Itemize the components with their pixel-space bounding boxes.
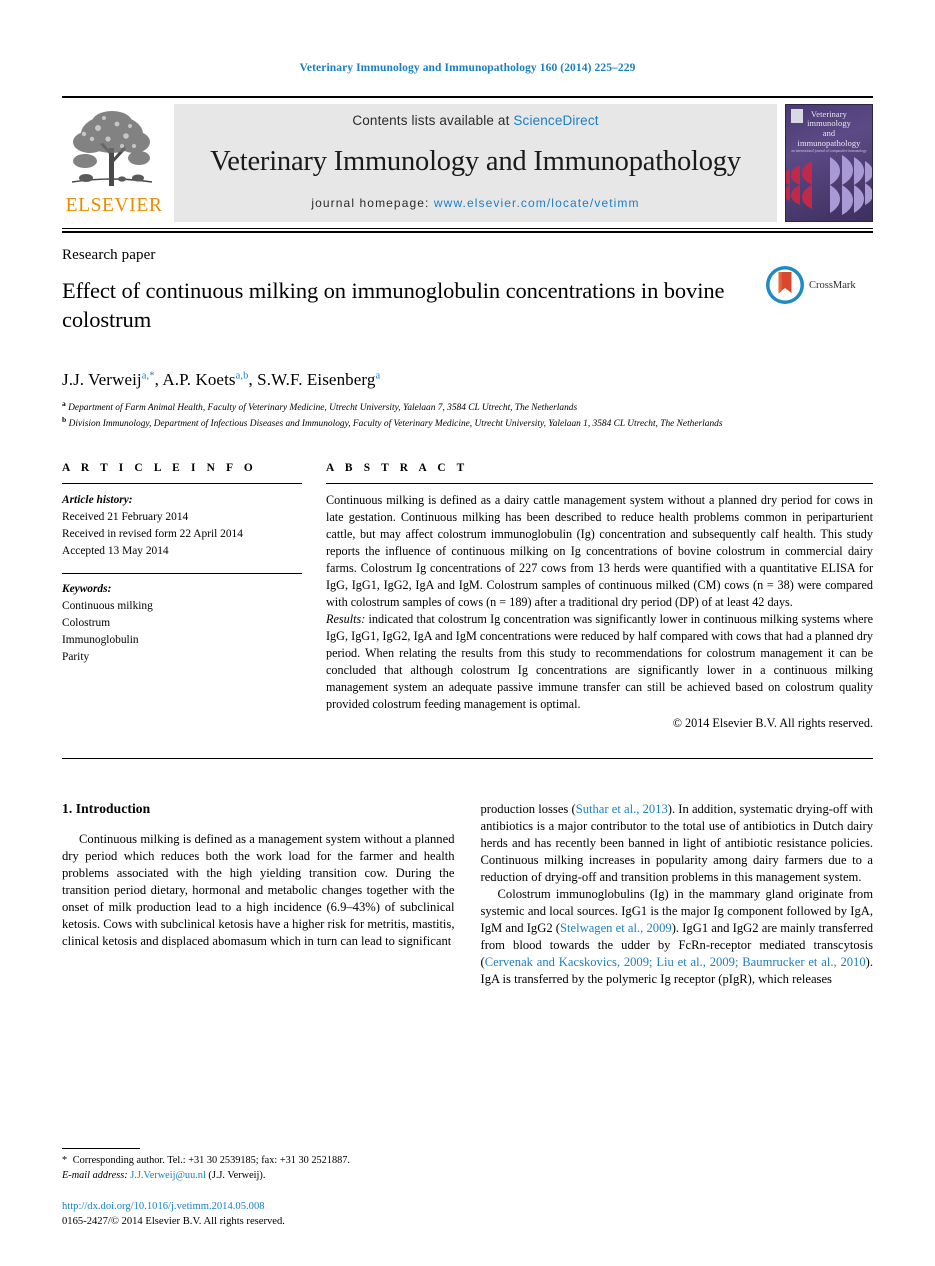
email-address-label: E-mail address: — [62, 1169, 128, 1181]
crossmark-badge[interactable]: CrossMark — [765, 265, 873, 305]
article-history-label: Article history: — [62, 493, 133, 506]
doi-link[interactable]: http://dx.doi.org/10.1016/j.vetimm.2014.… — [62, 1200, 452, 1215]
keyword-item: Parity — [62, 651, 90, 664]
doi-block: http://dx.doi.org/10.1016/j.vetimm.2014.… — [62, 1200, 452, 1230]
abstract-paragraph-2: Results: indicated that colostrum Ig con… — [326, 611, 873, 713]
intro-paragraph-right-1: production losses (Suthar et al., 2013).… — [481, 801, 874, 886]
masthead-rule-thick — [62, 231, 873, 233]
footnote-email: E-mail address: J.J.Verweij@uu.nl (J.J. … — [62, 1169, 452, 1184]
abstract-heading: A B S T R A C T — [326, 461, 469, 474]
article-history-received: Received 21 February 2014 — [62, 510, 189, 523]
cover-title-line3: and — [822, 129, 836, 139]
footnote-corresponding-author: * Corresponding author. Tel.: +31 30 253… — [62, 1154, 452, 1169]
paper-type-label: Research paper — [62, 247, 156, 263]
contents-lists-line: Contents lists available at ScienceDirec… — [184, 113, 767, 128]
abstract-copyright: © 2014 Elsevier B.V. All rights reserved… — [672, 715, 873, 730]
abstract-body: Continuous milking is defined as a dairy… — [326, 492, 873, 732]
section-heading-introduction: 1. Introduction — [62, 800, 151, 816]
abstract-results-label: Results: — [326, 611, 366, 626]
footnote-rule — [62, 1148, 140, 1150]
crossmark-icon — [766, 266, 804, 304]
body-column-right: production losses (Suthar et al., 2013).… — [481, 801, 874, 989]
abstract-results-text: indicated that colostrum Ig concentratio… — [326, 611, 873, 711]
cover-title-line1: Veterinary — [811, 109, 847, 119]
cover-artwork — [786, 154, 872, 215]
footnote-star: * — [62, 1155, 71, 1167]
affiliations: a Department of Farm Animal Health, Facu… — [62, 399, 873, 432]
journal-homepage-link[interactable]: www.elsevier.com/locate/vetimm — [434, 196, 640, 210]
article-history-accepted: Accepted 13 May 2014 — [62, 544, 169, 557]
journal-title: Veterinary Immunology and Immunopatholog… — [210, 145, 741, 177]
footnote-zone: * Corresponding author. Tel.: +31 30 253… — [62, 1148, 452, 1230]
body-columns: 1. Introduction Continuous milking is de… — [62, 801, 873, 989]
keyword-item: Colostrum — [62, 617, 111, 630]
journal-homepage-line: journal homepage: www.elsevier.com/locat… — [184, 196, 767, 210]
affiliation-a-text: Department of Farm Animal Health, Facult… — [68, 402, 578, 413]
email-owner: (J.J. Verweij). — [208, 1169, 266, 1181]
intro-paragraph-left: Continuous milking is defined as a manag… — [62, 831, 455, 949]
email-link[interactable]: J.J.Verweij@uu.nl — [130, 1170, 206, 1181]
masthead-center-panel: Contents lists available at ScienceDirec… — [174, 103, 777, 222]
citation-link[interactable]: Suthar et al., 2013 — [576, 802, 668, 816]
abstract-bottom-rule — [62, 757, 873, 759]
affiliation-b-text: Division Immunology, Department of Infec… — [68, 419, 723, 430]
cover-title-line2: immunology — [807, 119, 851, 129]
abstract-paragraph-1: Continuous milking is defined as a dairy… — [326, 492, 873, 609]
citation-link[interactable]: Cervenak and Kacskovics, 2009; Liu et al… — [485, 955, 866, 969]
keyword-item: Continuous milking — [62, 600, 153, 613]
intro-paragraph-right-2: Colostrum immunoglobulins (Ig) in the ma… — [481, 886, 874, 988]
keyword-item: Immunoglobulin — [62, 634, 139, 647]
article-info-heading: A R T I C L E I N F O — [62, 461, 257, 474]
keywords-label: Keywords: — [62, 583, 112, 596]
elsevier-logo: ELSEVIER — [62, 104, 166, 216]
article-first-page: Veterinary Immunology and Immunopatholog… — [0, 0, 935, 1266]
issn-copyright-line: 0165-2427/© 2014 Elsevier B.V. All right… — [62, 1216, 285, 1228]
journal-cover-thumbnail: Veterinary immunology and immunopatholog… — [785, 103, 873, 222]
article-info-column: A R T I C L E I N F O Article history: R… — [62, 462, 302, 732]
title-block: Research paper Effect of continuous milk… — [62, 247, 873, 350]
article-info-rule — [62, 482, 302, 484]
abstract-column: A B S T R A C T Continuous milking is de… — [326, 462, 873, 732]
masthead-rule-thin — [62, 227, 873, 229]
affiliation-a: a Department of Farm Animal Health, Facu… — [62, 398, 578, 413]
contents-prefix: Contents lists available at — [352, 112, 514, 128]
keywords-rule — [62, 573, 302, 575]
journal-masthead: ELSEVIER Contents lists available at Sci… — [62, 95, 873, 222]
author-list: J.J. Verweija,*, A.P. Koetsa,b, S.W.F. E… — [62, 369, 381, 389]
article-history-revised: Received in revised form 22 April 2014 — [62, 527, 243, 540]
abstract-rule — [326, 482, 873, 484]
crossmark-label: CrossMark — [809, 279, 856, 291]
elsevier-wordmark: ELSEVIER — [65, 194, 163, 216]
elsevier-tree-icon — [71, 110, 153, 186]
footnote-corresponding-text: Corresponding author. Tel.: +31 30 25391… — [72, 1155, 350, 1167]
affiliation-b: b Division Immunology, Department of Inf… — [62, 415, 723, 430]
right-para1-pre: production losses ( — [480, 801, 576, 816]
homepage-prefix: journal homepage: — [311, 196, 434, 211]
cover-title-text: Veterinary immunology and immunopatholog… — [786, 110, 872, 150]
sciencedirect-link[interactable]: ScienceDirect — [513, 113, 598, 128]
page-title: Effect of continuous milking on immunogl… — [62, 278, 725, 332]
citation-link[interactable]: Stelwagen et al., 2009 — [560, 921, 672, 935]
body-column-left: 1. Introduction Continuous milking is de… — [62, 801, 455, 989]
running-head: Veterinary Immunology and Immunopatholog… — [299, 62, 636, 74]
info-abstract-region: A R T I C L E I N F O Article history: R… — [62, 462, 873, 732]
